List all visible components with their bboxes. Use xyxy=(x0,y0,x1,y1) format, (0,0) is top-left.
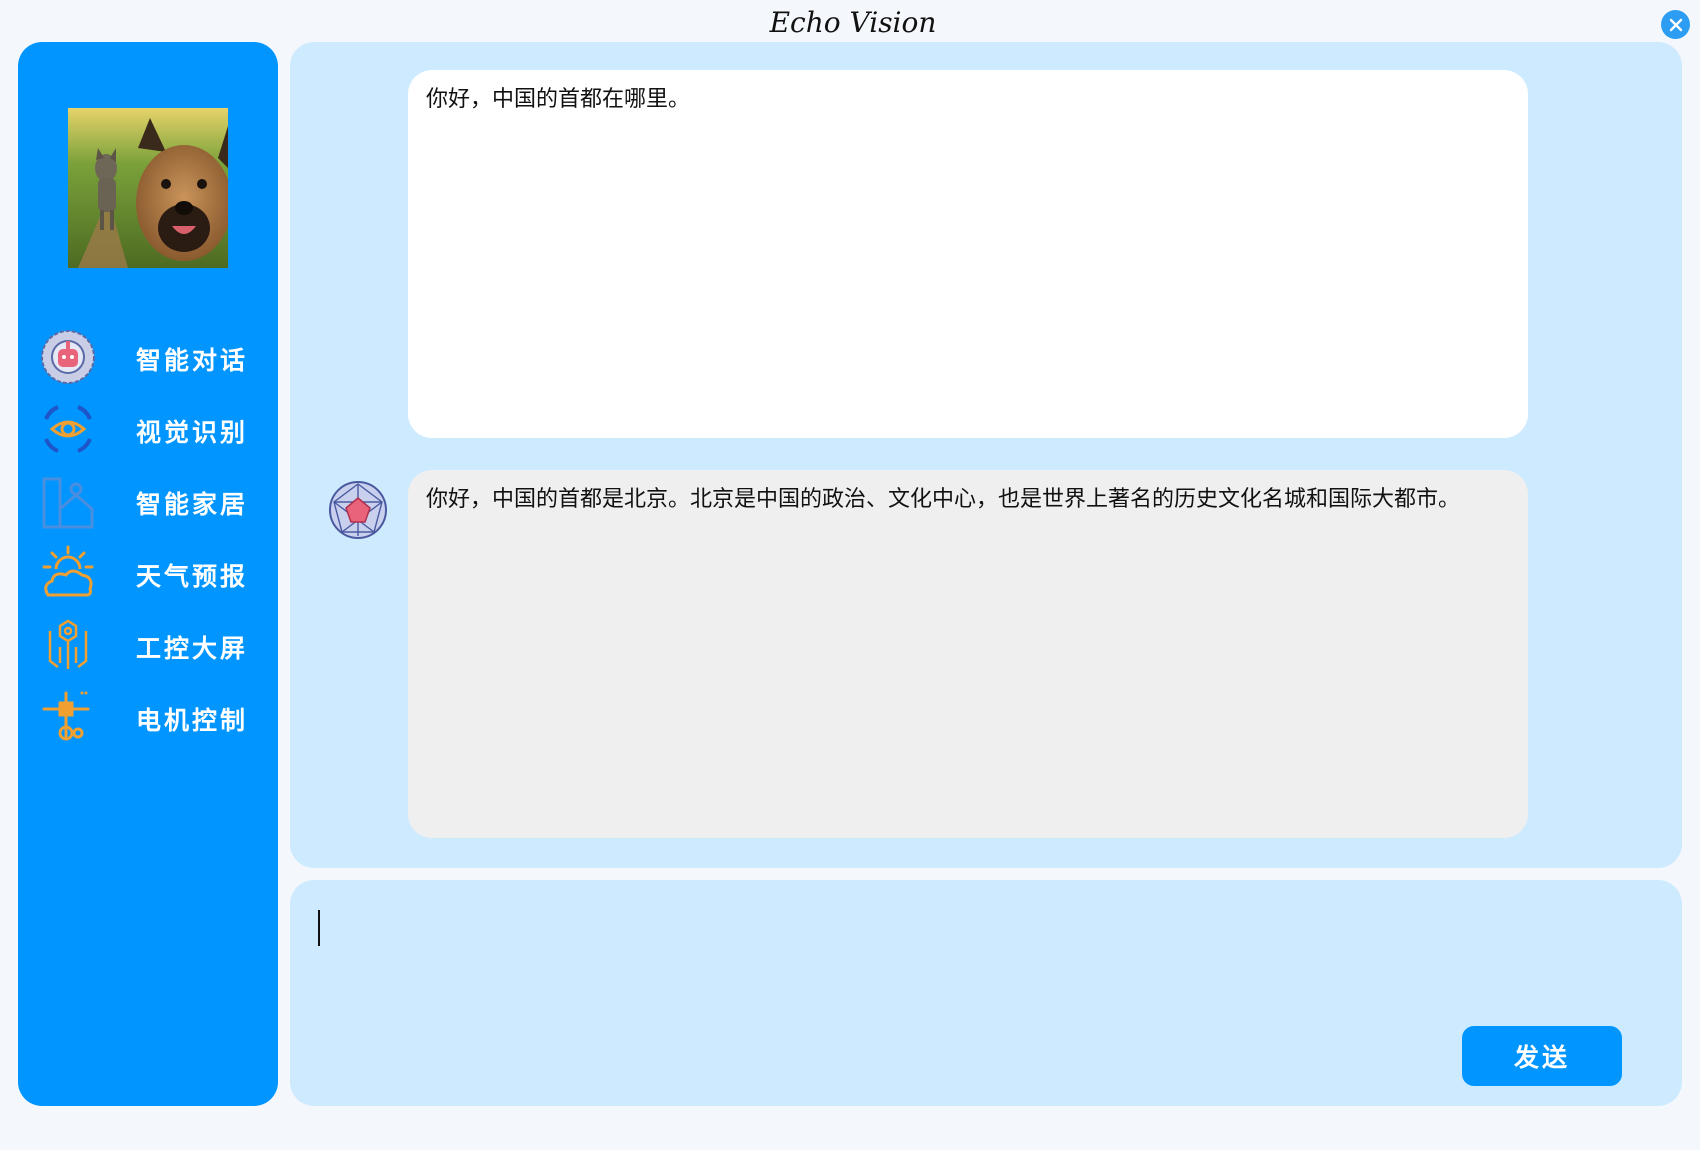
send-button[interactable]: 发送 xyxy=(1462,1026,1622,1086)
chat-history-panel[interactable]: 你好，中国的首都在哪里。 你好，中国的首都是北京。北京是中国的政治、文化中心，也… xyxy=(290,42,1682,868)
text-cursor xyxy=(318,910,320,946)
user-message: 你好，中国的首都在哪里。 xyxy=(408,70,1528,438)
industrial-control-icon xyxy=(48,619,88,669)
sidebar-item-label: 智能家居 xyxy=(136,490,249,519)
assistant-message: 你好，中国的首都是北京。北京是中国的政治、文化中心，也是世界上著名的历史文化名城… xyxy=(408,470,1528,838)
sidebar: 智能对话 视觉识别 智能家居 天气预报 工控大屏 电机控制 xyxy=(18,42,278,1106)
message-input-panel: 发送 xyxy=(290,880,1682,1106)
message-input[interactable] xyxy=(312,900,1652,1038)
sidebar-item-label: 视觉识别 xyxy=(136,418,249,447)
eye-scan-icon xyxy=(44,405,92,453)
sidebar-item-smart-home[interactable]: 智能家居 xyxy=(40,471,270,531)
sidebar-item-vision[interactable]: 视觉识别 xyxy=(40,399,270,459)
smart-home-icon xyxy=(42,477,94,529)
sidebar-item-label: 工控大屏 xyxy=(136,634,249,663)
avatar xyxy=(68,108,228,268)
chat-robot-icon xyxy=(41,330,95,384)
motor-control-icon xyxy=(42,691,90,741)
crystal-avatar-icon xyxy=(329,481,387,539)
sidebar-item-motor-control[interactable]: 电机控制 xyxy=(40,687,270,747)
sidebar-item-label: 天气预报 xyxy=(136,562,249,591)
close-button[interactable] xyxy=(1661,10,1690,39)
sidebar-item-industrial-screen[interactable]: 工控大屏 xyxy=(40,615,270,675)
window-title: Echo Vision xyxy=(769,6,937,39)
sidebar-item-label: 智能对话 xyxy=(136,346,249,375)
sidebar-item-label: 电机控制 xyxy=(136,706,249,735)
sidebar-item-chat[interactable]: 智能对话 xyxy=(40,327,270,387)
close-icon xyxy=(1669,18,1682,31)
weather-icon xyxy=(42,545,94,597)
sidebar-item-weather[interactable]: 天气预报 xyxy=(40,543,270,603)
